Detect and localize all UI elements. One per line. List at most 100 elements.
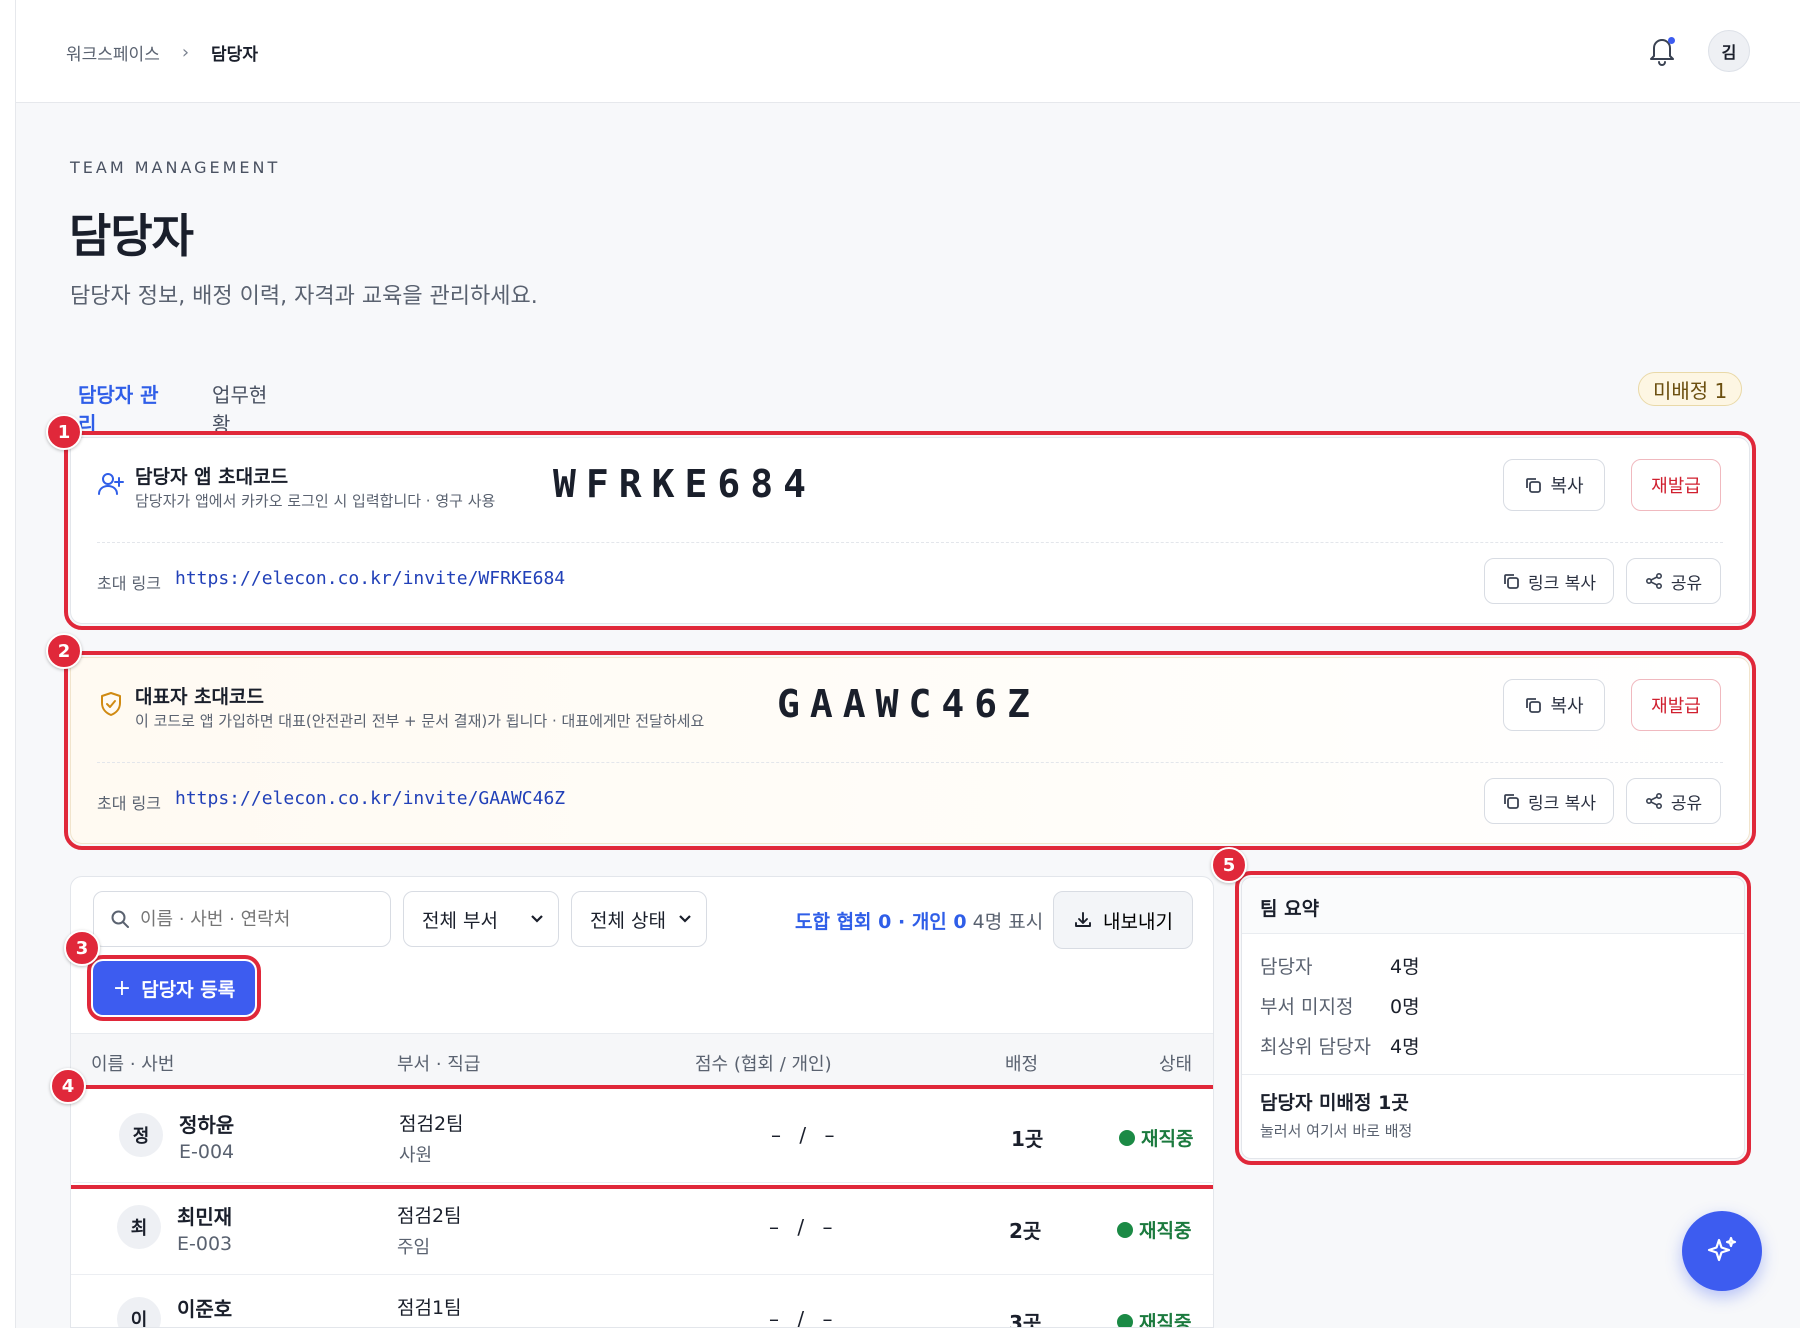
table-row[interactable]: 정 정하윤 E-004 점검2팀 사원 – / – 1곳 재직중: [71, 1085, 1213, 1189]
table-row[interactable]: 최 최민재 E-003 점검2팀 주임 – / – 2곳 재직중: [71, 1183, 1213, 1275]
rep-code-reissue-button[interactable]: 재발급: [1631, 679, 1721, 731]
plus-icon: +: [112, 975, 132, 1001]
rep-card-divider: [97, 762, 1723, 763]
annotation-badge-5: 5: [1211, 847, 1247, 883]
score-total: 도합 협회 0 · 개인 0: [795, 911, 967, 933]
rep-invite-card: 대표자 초대코드 이 코드로 앱 가입하면 대표(안전관리 전부 + 문서 결재…: [64, 651, 1756, 850]
shield-check-icon: [101, 692, 121, 716]
unassigned-badge[interactable]: 미배정 1: [1638, 372, 1743, 406]
staff-invite-card: 담당자 앱 초대코드 담당자가 앱에서 카카오 로그인 시 입력합니다 · 영구…: [64, 431, 1756, 630]
status-dot-icon: [1117, 1313, 1133, 1327]
staff-link-copy-button[interactable]: 링크 복사: [1484, 558, 1614, 604]
row-assign: 1곳: [1011, 1127, 1044, 1151]
row-assign: 2곳: [1009, 1219, 1042, 1243]
status-dot-icon: [1117, 1221, 1133, 1238]
col-status[interactable]: 상태: [1159, 1050, 1192, 1076]
page-title: 담당자: [69, 209, 194, 263]
notification-dot: [1668, 37, 1675, 44]
notification-bell-icon[interactable]: [1646, 34, 1678, 68]
chevron-down-icon: [679, 915, 691, 923]
col-dept[interactable]: 부서 · 직급: [397, 1050, 480, 1076]
staff-link-url[interactable]: https://elecon.co.kr/invite/WFRKE684: [175, 568, 565, 589]
annotation-badge-2: 2: [46, 633, 82, 669]
col-score[interactable]: 점수 (협회 / 개인): [695, 1050, 832, 1076]
staff-card-divider: [97, 542, 1723, 543]
search-input[interactable]: [140, 908, 370, 930]
count-summary: 도합 협회 0 · 개인 0 4명 표시: [795, 907, 1043, 934]
row-status-label: 재직중: [1139, 1220, 1192, 1242]
row-emp-no: E-003: [177, 1233, 233, 1255]
ai-assistant-button[interactable]: [1682, 1211, 1762, 1291]
user-avatar[interactable]: 김: [1708, 30, 1750, 72]
download-icon: [1075, 912, 1091, 927]
summary-unassigned-hint[interactable]: 눌러서 여기서 바로 배정: [1260, 1120, 1412, 1141]
row-status: 재직중: [1119, 1124, 1193, 1151]
row-score: – / –: [769, 1307, 839, 1328]
shown-count: 4명 표시: [972, 911, 1044, 933]
annotation-badge-1: 1: [46, 414, 82, 450]
rep-code-copy-button[interactable]: 복사: [1503, 679, 1605, 731]
annotation-badge-4: 4: [50, 1068, 86, 1104]
summary-title: 팀 요약: [1242, 878, 1744, 934]
sparkle-icon: [1707, 1236, 1737, 1262]
breadcrumb-current: 담당자: [211, 45, 258, 65]
row-rank: 사원: [399, 1145, 433, 1166]
staff-link-copy-label: 링크 복사: [1528, 573, 1596, 594]
rep-share-button[interactable]: 공유: [1626, 778, 1721, 824]
row-rank: 주임: [397, 1237, 431, 1258]
summary-value-top-staff: 4명: [1390, 1036, 1420, 1058]
row-emp-no: E-004: [179, 1141, 235, 1163]
table-header: 이름 · 사번 부서 · 직급 점수 (협회 / 개인) 배정 상태: [71, 1033, 1213, 1089]
add-staff-button[interactable]: + 담당자 등록: [87, 955, 261, 1021]
copy-icon: [1504, 574, 1519, 589]
row-status-label: 재직중: [1141, 1128, 1194, 1150]
staff-share-button[interactable]: 공유: [1626, 558, 1721, 604]
top-bar: 워크스페이스 › 담당자 김: [16, 0, 1800, 103]
dept-filter-select[interactable]: 전체 부서: [403, 891, 559, 947]
row-assign: 3곳: [1009, 1311, 1042, 1328]
share-icon: [1645, 572, 1662, 590]
status-filter-value: 전체 상태: [590, 909, 666, 932]
rep-code-desc: 이 코드로 앱 가입하면 대표(안전관리 전부 + 문서 결재)가 됩니다 · …: [135, 712, 705, 730]
staff-code-value: WFRKE684: [553, 462, 817, 506]
rep-link-copy-button[interactable]: 링크 복사: [1484, 778, 1614, 824]
share-icon: [1645, 792, 1662, 810]
summary-label-no-dept: 부서 미지정: [1260, 996, 1354, 1018]
search-icon: [111, 910, 129, 928]
row-score: – / –: [769, 1215, 839, 1239]
staff-code-reissue-button[interactable]: 재발급: [1631, 459, 1721, 511]
add-staff-label: 담당자 등록: [141, 978, 236, 1001]
annotation-badge-3: 3: [64, 930, 100, 966]
chevron-down-icon: [531, 915, 543, 923]
rep-link-label: 초대 링크: [97, 794, 161, 813]
table-row[interactable]: 이 이준호 점검1팀 – / – 3곳 재직중: [71, 1275, 1213, 1328]
status-filter-select[interactable]: 전체 상태: [571, 891, 707, 947]
export-button[interactable]: 내보내기: [1053, 891, 1193, 949]
row-dept: 점검1팀: [397, 1297, 462, 1319]
row-name: 정하윤: [179, 1113, 235, 1137]
user-plus-icon: [98, 473, 124, 495]
team-summary-card: 팀 요약 담당자 4명 부서 미지정 0명 최상위 담당자 4명 담당자 미배정…: [1235, 871, 1751, 1165]
staff-link-label: 초대 링크: [97, 574, 161, 593]
breadcrumb-workspace[interactable]: 워크스페이스: [66, 40, 160, 65]
row-name: 이준호: [177, 1297, 233, 1321]
search-box[interactable]: [93, 891, 391, 947]
summary-value-no-dept: 0명: [1390, 996, 1420, 1018]
export-label: 내보내기: [1103, 911, 1173, 933]
staff-list-panel: 전체 부서 전체 상태 도합 협회 0 · 개인 0 4명 표시 내보내기 + …: [70, 876, 1214, 1328]
copy-icon: [1526, 698, 1542, 713]
summary-label-top-staff: 최상위 담당자: [1260, 1036, 1371, 1058]
row-avatar: 이: [117, 1297, 161, 1327]
staff-code-title: 담당자 앱 초대코드: [135, 466, 289, 488]
staff-share-label: 공유: [1670, 573, 1703, 594]
rep-link-url[interactable]: https://elecon.co.kr/invite/GAAWC46Z: [175, 788, 565, 809]
col-name[interactable]: 이름 · 사번: [91, 1050, 174, 1076]
row-dept: 점검2팀: [399, 1113, 464, 1135]
col-assign[interactable]: 배정: [1005, 1050, 1038, 1076]
summary-divider: [1242, 1074, 1744, 1075]
row-status-label: 재직중: [1139, 1312, 1192, 1328]
copy-icon: [1526, 478, 1542, 493]
summary-unassigned-title[interactable]: 담당자 미배정 1곳: [1260, 1088, 1409, 1115]
summary-label-staff: 담당자: [1260, 956, 1313, 978]
staff-code-copy-button[interactable]: 복사: [1503, 459, 1605, 511]
